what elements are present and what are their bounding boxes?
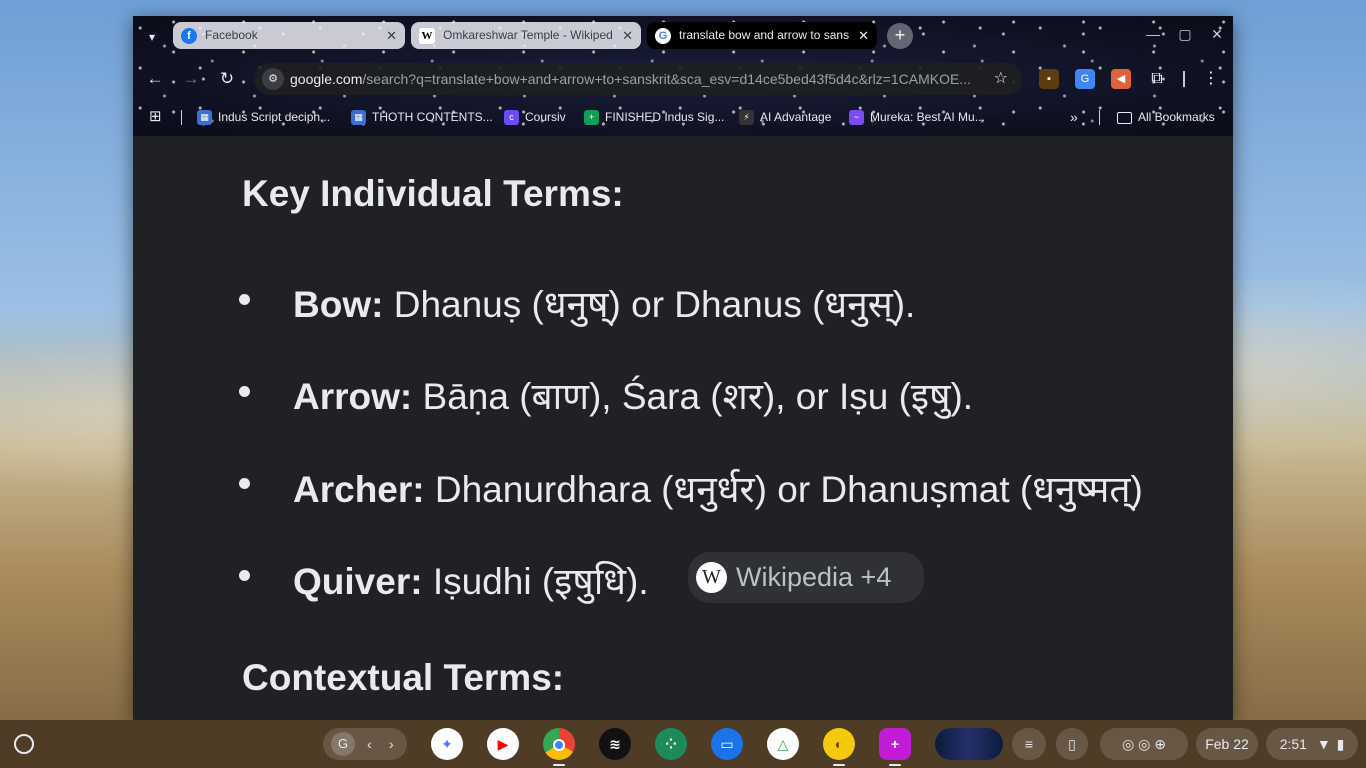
gemini-app-icon[interactable]: ✦ <box>431 728 463 760</box>
close-window-icon[interactable]: ✕ <box>1208 26 1226 43</box>
extension-megaphone-icon[interactable]: ◀ <box>1111 69 1131 89</box>
google-icon: G <box>655 28 671 44</box>
facebook-icon: f <box>181 28 197 44</box>
list-item-archer: Archer: Dhanurdhara (धनुर्धर) or Dhanuṣm… <box>293 469 1143 510</box>
bookmarks-divider <box>1099 110 1100 125</box>
bookmark-star-icon[interactable]: ☆ <box>994 63 1008 95</box>
files-app-icon[interactable]: ▭ <box>711 728 743 760</box>
bookmarks-bar: ⊞ ▦ Indus Script deciph... ▦ THOTH CONTENT… <box>133 104 1233 130</box>
tab-facebook[interactable]: f Facebook ✕ <box>173 22 405 49</box>
close-icon[interactable]: ✕ <box>386 22 397 49</box>
extensions-tray[interactable]: ◎ ◎ ⊕ <box>1100 728 1188 760</box>
sheets-grid-icon: ▦ <box>351 110 366 126</box>
phone-hub-icon[interactable]: ▯ <box>1056 728 1088 760</box>
shelf: G ‹ › ✦ ▶ ≋ ⁘ ▭ △ ◐ + ≡ ▯ ◎ ◎ ⊕ Feb 22 2… <box>0 720 1366 768</box>
reload-button[interactable]: ↻ <box>214 66 240 92</box>
clock-text: 2:51 <box>1279 736 1307 752</box>
app-plus-icon[interactable]: + <box>879 728 911 766</box>
wifi-icon: ▼ <box>1316 736 1331 752</box>
menu-kebab-icon[interactable]: ⋮ <box>1201 69 1221 89</box>
launcher-button[interactable] <box>14 734 34 754</box>
tab-title: Facebook <box>205 28 258 42</box>
toolbar: ← → ↻ ⚙ google.com/search?q=translate+bo… <box>133 60 1233 98</box>
battery-icon: ▮ <box>1336 736 1345 752</box>
toolbar-divider <box>1183 71 1185 87</box>
bookmark-mureka[interactable]: ~ Mureka: Best AI Mu... <box>849 104 985 130</box>
tab-title: translate bow and arrow to sanskrit <box>679 28 849 42</box>
back-button[interactable]: ← <box>142 66 168 92</box>
chrome-center <box>553 739 565 752</box>
sheets-plus-icon: + <box>584 110 599 126</box>
tab-title: Omkareshwar Temple - Wikipedia <box>443 28 613 42</box>
youtube-app-icon[interactable]: ▶ <box>487 728 519 760</box>
chevron-right-icon[interactable]: › <box>389 728 394 760</box>
minimize-icon[interactable]: — <box>1144 26 1162 42</box>
lemon-app-icon[interactable]: ◐ <box>823 728 855 766</box>
bullet-icon <box>239 294 250 305</box>
playlist-icon[interactable]: ≡ <box>1012 728 1046 760</box>
section-heading-contextual-terms: Contextual Terms: <box>242 657 565 698</box>
close-icon[interactable]: ✕ <box>622 22 633 49</box>
close-icon[interactable]: ✕ <box>858 22 869 49</box>
date-tray[interactable]: Feb 22 <box>1196 728 1258 760</box>
coursiv-icon: c <box>504 110 519 126</box>
list-item-arrow: Arrow: Bāṇa (बाण), Śara (शर), or Iṣu (इष… <box>293 376 974 417</box>
address-bar[interactable]: ⚙ google.com/search?q=translate+bow+and+… <box>254 63 1022 95</box>
apps-grid-icon[interactable]: ⊞ <box>149 104 162 130</box>
chevron-left-icon[interactable]: ‹ <box>367 728 372 760</box>
bookmarks-divider <box>181 110 182 125</box>
running-indicator <box>889 764 901 766</box>
workspace-app-icon[interactable]: ⁘ <box>655 728 687 760</box>
system-tray[interactable]: 2:51 ▼ ▮ <box>1266 728 1358 760</box>
google-translate-icon[interactable]: G <box>1075 69 1095 89</box>
bookmark-coursiv[interactable]: c Coursiv <box>504 104 566 130</box>
audible-app-icon[interactable]: ≋ <box>599 728 631 760</box>
bullet-icon <box>239 478 250 489</box>
running-indicator <box>553 764 565 766</box>
bullet-icon <box>239 570 250 581</box>
google-g-icon: G <box>331 732 355 756</box>
bookmark-indus-script[interactable]: ▦ Indus Script deciph... <box>197 104 330 130</box>
folder-icon <box>1117 111 1132 124</box>
tab-google-search[interactable]: G translate bow and arrow to sanskrit ✕ <box>647 22 877 49</box>
bookmark-thoth-contents[interactable]: ▦ THOTH CONTENTS... <box>351 104 493 130</box>
all-bookmarks-folder[interactable]: All Bookmarks <box>1117 104 1215 130</box>
section-heading-key-terms: Key Individual Terms: <box>242 173 624 214</box>
url-text[interactable]: google.com/search?q=translate+bow+and+ar… <box>290 63 974 95</box>
new-tab-button[interactable]: + <box>887 23 913 49</box>
bookmark-finished-indus[interactable]: + FINISHED Indus Sig... <box>584 104 724 130</box>
forward-button[interactable]: → <box>178 66 204 92</box>
more-bookmarks-chevron-icon[interactable]: » <box>1070 104 1078 130</box>
extension-icon[interactable]: ▪ <box>1039 69 1059 89</box>
tab-wikipedia[interactable]: W Omkareshwar Temple - Wikipedia ✕ <box>411 22 641 49</box>
wikipedia-icon: W <box>696 562 727 593</box>
wikipedia-icon: W <box>419 28 435 44</box>
bullet-icon <box>239 386 250 397</box>
site-info-icon[interactable]: ⚙ <box>262 68 284 90</box>
list-item-quiver: Quiver: Iṣudhi (इषुधि). <box>293 561 649 602</box>
page-content: Key Individual Terms: Bow: Dhanuṣ (धनुष्… <box>133 137 1233 720</box>
list-item-bow: Bow: Dhanuṣ (धनुष्) or Dhanus (धनुस्). <box>293 284 916 325</box>
extensions-puzzle-icon[interactable]: ⧉ <box>1147 69 1167 89</box>
browser-window: ▾ f Facebook ✕ W Omkareshwar Temple - Wi… <box>133 16 1233 720</box>
chrome-app-icon[interactable] <box>543 728 575 766</box>
ai-advantage-icon: ⚡ <box>739 110 754 126</box>
maximize-icon[interactable]: ▢ <box>1176 26 1194 43</box>
tab-search-button[interactable]: ▾ <box>141 26 163 48</box>
mureka-icon: ~ <box>849 110 864 126</box>
bookmark-ai-advantage[interactable]: ⚡ AI Advantage <box>739 104 831 130</box>
source-chip-wikipedia[interactable]: W Wikipedia +4 <box>688 552 924 603</box>
tab-strip: ▾ f Facebook ✕ W Omkareshwar Temple - Wi… <box>133 16 1233 56</box>
running-indicator <box>833 764 845 766</box>
sheets-grid-icon: ▦ <box>197 110 212 126</box>
drive-app-icon[interactable]: △ <box>767 728 799 760</box>
shelf-search-pill[interactable]: G ‹ › <box>323 728 407 760</box>
window-preview-thumbnail[interactable] <box>935 728 1003 760</box>
